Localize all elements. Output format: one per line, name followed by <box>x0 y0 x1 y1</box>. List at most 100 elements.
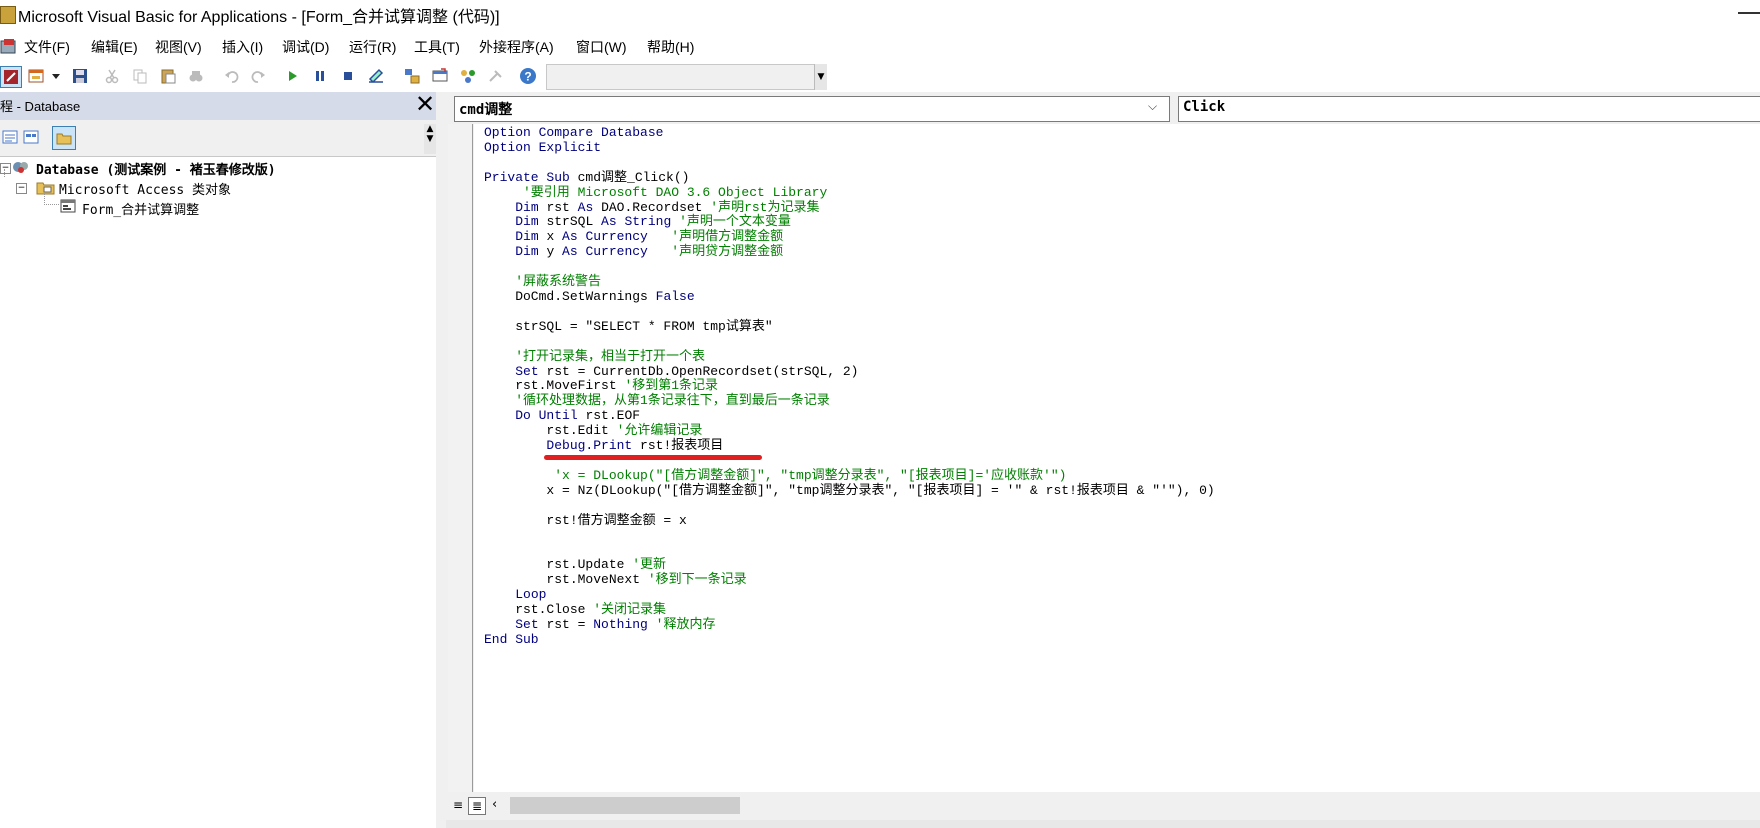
object-dropdown[interactable] <box>454 96 1170 122</box>
code-line[interactable]: Do Until rst.EOF <box>484 408 1215 424</box>
code-keyword: Dim <box>515 199 547 215</box>
toolbar-options-icon[interactable]: ▼ <box>814 64 827 90</box>
code-comment: '关闭记录集 <box>593 602 667 617</box>
code-keyword: False <box>655 288 695 304</box>
code-comment: '允许编辑记录 <box>616 423 703 439</box>
code-line[interactable]: '要引用 Microsoft DAO 3.6 Object Library <box>484 184 1215 201</box>
code-line[interactable]: Option Compare Database <box>484 125 1215 141</box>
insert-userform-icon[interactable] <box>26 66 46 86</box>
code-line[interactable] <box>484 528 1215 543</box>
chevron-down-icon[interactable]: ⌵ <box>1148 99 1157 114</box>
code-line[interactable]: Debug.Print rst!报表项目 <box>484 438 1215 454</box>
code-token: rst.Edit <box>484 423 617 439</box>
menu-insert[interactable]: 插入(I) <box>222 37 263 57</box>
code-line[interactable] <box>484 260 1215 275</box>
help-icon[interactable]: ? <box>518 66 538 86</box>
code-token: strSQL = "SELECT * FROM tmp试算表" <box>484 318 773 334</box>
code-line[interactable]: x = Nz(DLookup("[借方调整金额]", "tmp调整分录表", "… <box>484 483 1214 499</box>
menu-run[interactable]: 运行(R) <box>349 37 396 57</box>
collapse-icon[interactable]: − <box>16 183 27 194</box>
code-line[interactable] <box>484 156 1215 171</box>
code-line[interactable]: rst.Edit '允许编辑记录 <box>484 423 1215 439</box>
menu-edit[interactable]: 编辑(E) <box>91 37 138 57</box>
scroll-left-icon[interactable]: ‹ <box>492 797 497 812</box>
find-icon[interactable] <box>186 66 206 86</box>
object-browser-icon[interactable] <box>458 66 478 86</box>
code-line[interactable]: strSQL = "SELECT * FROM tmp试算表" <box>484 318 1215 335</box>
menu-help[interactable]: 帮助(H) <box>647 37 694 57</box>
code-line[interactable] <box>484 335 1215 350</box>
code-text[interactable]: Option Compare Database Option Explicit P… <box>484 125 1215 648</box>
undo-icon[interactable] <box>222 66 242 86</box>
code-token: rst.Update <box>484 557 633 573</box>
code-line[interactable]: DoCmd.SetWarnings False <box>484 288 1215 305</box>
menu-debug[interactable]: 调试(D) <box>282 37 329 57</box>
control-menu-icon[interactable] <box>0 38 18 56</box>
reset-icon[interactable] <box>338 66 358 86</box>
run-icon[interactable] <box>282 66 302 86</box>
code-line[interactable]: '打开记录集，相当于打开一个表 <box>484 349 1215 365</box>
code-line[interactable] <box>484 499 1215 514</box>
cut-icon[interactable] <box>102 66 122 86</box>
code-line[interactable]: Private Sub cmd调整_Click() <box>484 170 1215 186</box>
code-line[interactable]: rst.Update '更新 <box>484 557 1215 573</box>
code-line[interactable] <box>484 305 1215 320</box>
view-code-icon[interactable] <box>0 126 22 148</box>
code-line[interactable]: rst.MoveNext '移到下一条记录 <box>484 572 1215 588</box>
procedure-view-icon[interactable]: ≡ <box>450 797 466 813</box>
menu-file[interactable]: 文件(F) <box>24 37 70 57</box>
save-icon[interactable] <box>70 66 90 86</box>
code-line[interactable]: Set rst = Nothing '释放内存 <box>484 617 1215 633</box>
properties-window-icon[interactable] <box>430 66 450 86</box>
tree-line <box>44 194 59 205</box>
break-icon[interactable] <box>310 66 330 86</box>
code-line[interactable]: Option Explicit <box>484 140 1215 156</box>
code-line[interactable]: Dim y As Currency '声明贷方调整金额 <box>484 244 1215 260</box>
procedure-dropdown[interactable] <box>1178 96 1760 122</box>
code-comment: '移到第1条记录 <box>624 378 719 394</box>
code-line[interactable]: rst.Close '关闭记录集 <box>484 602 1215 618</box>
redo-icon[interactable] <box>248 66 268 86</box>
view-object-icon[interactable] <box>20 126 42 148</box>
paste-icon[interactable] <box>158 66 178 86</box>
code-line[interactable]: 'x = DLookup("[借方调整金额]", "tmp调整分录表", "[报… <box>484 468 1215 484</box>
project-pane-scroll-icon[interactable]: ▲ ▼ <box>424 124 436 154</box>
vba-project-icon <box>12 159 30 175</box>
code-line[interactable]: '循环处理数据，从第1条记录往下，直到最后一条记录 <box>484 393 1215 409</box>
minimize-button[interactable] <box>1738 12 1760 14</box>
code-token: DAO.Recordset <box>601 199 711 215</box>
design-mode-icon[interactable] <box>366 66 386 86</box>
horizontal-scrollbar-thumb[interactable] <box>510 797 740 814</box>
code-line[interactable]: rst!借方调整金额 = x <box>484 513 1215 529</box>
project-explorer-icon[interactable] <box>402 66 422 86</box>
tree-root-database[interactable]: Database (测试案例 - 褚玉春修改版) <box>36 159 276 178</box>
tree-folder-access-objects[interactable]: Microsoft Access 类对象 <box>59 179 231 198</box>
code-line[interactable]: End Sub <box>484 632 1215 648</box>
menu-window[interactable]: 窗口(W) <box>576 37 627 57</box>
copy-icon[interactable] <box>130 66 150 86</box>
full-module-view-icon[interactable]: ≣ <box>468 797 486 815</box>
tree-item-form[interactable]: Form_合并试算调整 <box>82 199 199 218</box>
view-access-icon[interactable] <box>0 66 22 88</box>
code-margin-indicator-bar[interactable] <box>448 124 473 792</box>
code-comment: '声明贷方调整金额 <box>647 244 784 260</box>
form-module-icon <box>60 198 76 214</box>
menu-tools[interactable]: 工具(T) <box>414 37 460 57</box>
menu-view[interactable]: 视图(V) <box>155 37 202 57</box>
close-icon[interactable]: ✕ <box>414 92 436 116</box>
code-comment: '声明rst为记录集 <box>710 199 820 215</box>
code-comment: '要引用 Microsoft DAO 3.6 Object Library <box>484 184 828 200</box>
menu-addins[interactable]: 外接程序(A) <box>479 37 554 57</box>
dropdown-arrow-icon[interactable] <box>50 66 62 86</box>
pane-splitter[interactable] <box>436 92 446 828</box>
code-keyword: Do Until <box>515 408 586 424</box>
toolbox-icon[interactable] <box>486 66 506 86</box>
code-line[interactable]: '屏蔽系统警告 <box>484 274 1215 290</box>
code-line[interactable]: Dim x As Currency '声明借方调整金额 <box>484 229 1215 245</box>
code-line[interactable]: Loop <box>484 587 1215 603</box>
code-token: rst <box>546 199 578 215</box>
toggle-folders-icon[interactable] <box>52 126 76 150</box>
